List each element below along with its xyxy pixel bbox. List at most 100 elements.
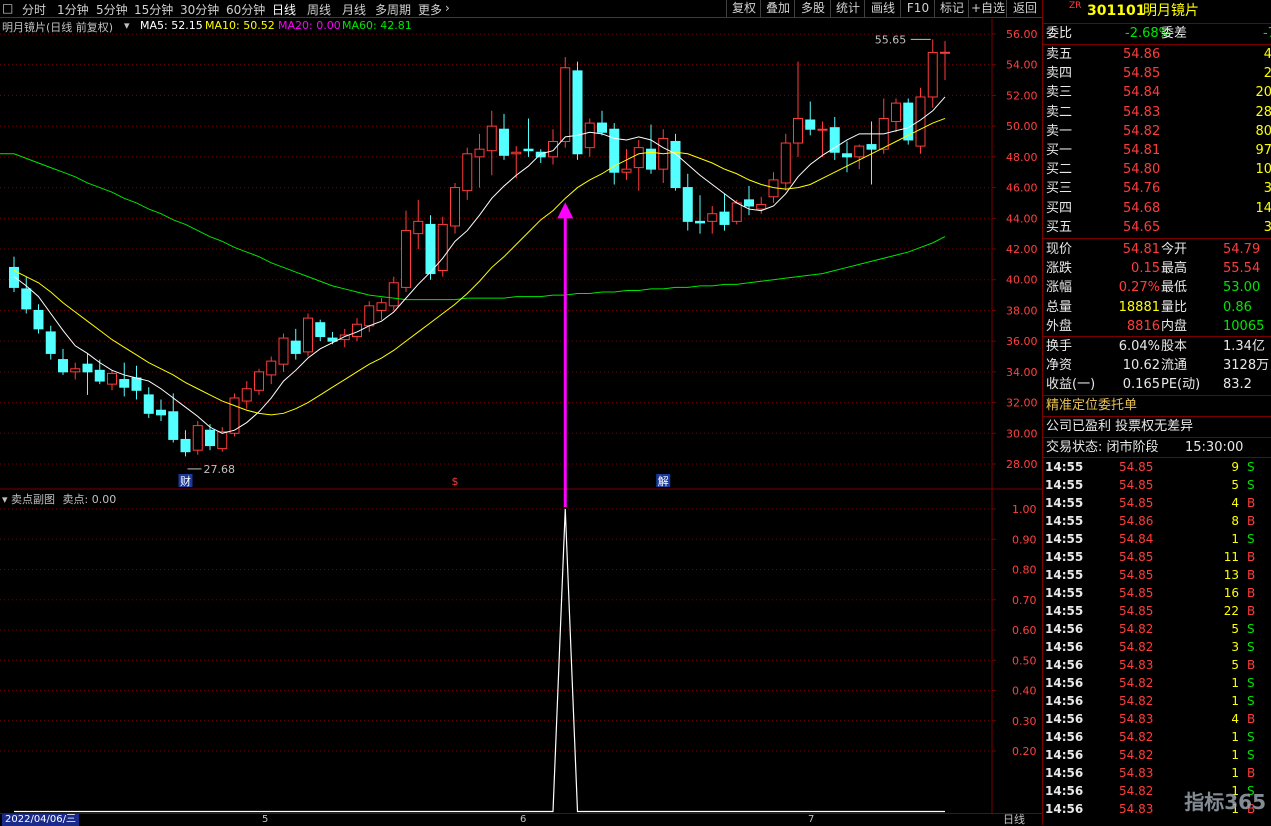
candle-body-up <box>364 305 375 327</box>
precise-order-link[interactable]: 精准定位委托单 <box>1043 396 1271 415</box>
level-volume: 20 <box>1255 85 1271 101</box>
level-label: 买五 <box>1046 219 1073 235</box>
candle-body-up <box>462 153 473 192</box>
candle <box>903 98 914 145</box>
stat-label: 收益(一) <box>1046 377 1096 393</box>
price-tick-label: 46.00 <box>1006 182 1038 195</box>
candle-body-up <box>388 282 399 307</box>
stats-row: 涨跌 0.15 最高 55.54 <box>1043 259 1271 278</box>
candle <box>94 359 105 385</box>
level-volume: 4 <box>1264 45 1271 64</box>
candle-body-down <box>45 331 56 354</box>
bid-row[interactable]: 买五 54.65 3 <box>1043 218 1271 237</box>
event-marker[interactable]: $ <box>448 474 462 488</box>
event-marker-label: 财 <box>180 474 191 488</box>
candle <box>927 39 938 108</box>
level-label: 买二 <box>1046 162 1073 178</box>
stock-code: 301101 <box>1087 3 1146 19</box>
button-overlay[interactable]: 叠加 <box>760 0 795 17</box>
bid-row[interactable]: 买四 54.68 14 <box>1043 199 1271 218</box>
ask-row[interactable]: 卖四 54.85 2 <box>1043 64 1271 83</box>
candle <box>780 133 791 191</box>
weicha-value: -7 <box>1263 26 1271 41</box>
ask-row[interactable]: 卖二 54.83 28 <box>1043 103 1271 122</box>
tab-monthly[interactable]: 月线 <box>342 1 366 18</box>
stat-value: 10065 <box>1223 318 1265 334</box>
high-marker-label: 55.65 <box>875 33 907 46</box>
candle <box>290 328 301 360</box>
weibi-row: 委比 -2.68% 委差 -7 <box>1043 24 1271 43</box>
candle <box>535 149 546 163</box>
bid-row[interactable]: 买三 54.76 3 <box>1043 179 1271 198</box>
level-volume: 3 <box>1264 218 1271 237</box>
company-note: 公司已盈利 投票权无差异 <box>1043 417 1271 436</box>
kline-chart[interactable]: 56.00 54.00 52.00 50.00 48.00 46.00 44.00 42.00… <box>0 17 1042 825</box>
trade-row: 14:56 54.83 4 B <box>1043 710 1271 728</box>
tab-1min[interactable]: 1分钟 <box>57 1 89 18</box>
bid-row[interactable]: 买一 54.81 97 <box>1043 141 1271 160</box>
trade-price: 54.83 <box>1119 658 1154 672</box>
candle <box>866 121 877 185</box>
level-volume: 3 <box>1264 179 1271 198</box>
candle <box>829 116 840 160</box>
trade-time: 14:55 <box>1045 514 1084 528</box>
level-label: 卖五 <box>1046 47 1073 62</box>
ask-row[interactable]: 卖三 54.84 20 <box>1043 83 1271 102</box>
trade-side: B <box>1247 514 1256 528</box>
toolbar-menu-icon[interactable]: □ <box>2 1 13 15</box>
trade-row: 14:56 54.83 1 B <box>1043 764 1271 782</box>
price-tick-label: 54.00 <box>1006 59 1038 72</box>
stats-row: 外盘 8816 内盘 10065 <box>1043 317 1271 336</box>
candle-body-up <box>817 128 828 131</box>
candle-body-down <box>33 309 44 330</box>
tab-60min[interactable]: 60分钟 <box>226 1 265 18</box>
button-stats[interactable]: 统计 <box>830 0 865 17</box>
sell-arrow-head <box>557 202 574 219</box>
candle-body-down <box>156 409 166 416</box>
button-fuquan[interactable]: 复权 <box>726 0 761 17</box>
level-price: 54.80 <box>1123 162 1161 178</box>
candle <box>180 430 191 457</box>
event-marker[interactable]: 解 <box>656 474 671 488</box>
tab-5min[interactable]: 5分钟 <box>96 1 128 18</box>
button-draw[interactable]: 画线 <box>864 0 901 17</box>
button-mark[interactable]: 标记 <box>934 0 969 17</box>
month-tick: 7 <box>808 814 815 825</box>
candle-body-down <box>499 128 509 156</box>
stat-label: 最高 <box>1161 261 1188 277</box>
button-f10[interactable]: F10 <box>900 0 935 17</box>
chevron-right-icon[interactable]: › <box>445 1 450 15</box>
tab-weekly[interactable]: 周线 <box>307 1 331 18</box>
event-marker[interactable]: 财 <box>178 474 193 488</box>
trade-volume: 1 <box>1231 730 1239 744</box>
candle-body-down <box>744 199 754 207</box>
low-marker-label: 27.68 <box>204 463 236 476</box>
stat-value: 83.2 <box>1223 377 1252 393</box>
bid-row[interactable]: 买二 54.80 10 <box>1043 160 1271 179</box>
stats2-row: 收益(一) 0.165 PE(动) 83.2 <box>1043 375 1271 394</box>
precise-order-label[interactable]: 精准定位委托单 <box>1046 396 1137 415</box>
sub-chart-toggle-icon[interactable]: ▾ <box>2 493 8 506</box>
ask-row[interactable]: 卖一 54.82 80 <box>1043 122 1271 141</box>
candle-body-down <box>143 394 154 414</box>
candle <box>682 173 693 231</box>
sub-tick-label: 1.00 <box>1012 503 1037 516</box>
stat-value: 0.27% <box>1118 280 1160 296</box>
tab-fenshi[interactable]: 分时 <box>22 1 46 18</box>
ask-row[interactable]: 卖五 54.86 4 <box>1043 45 1271 64</box>
candle-body-up <box>450 187 460 227</box>
candle <box>107 370 117 391</box>
candle <box>646 124 656 174</box>
button-multi-stock[interactable]: 多股 <box>794 0 831 17</box>
tab-daily[interactable]: 日线 <box>272 1 296 18</box>
candle-body-down <box>425 223 436 275</box>
tab-15min[interactable]: 15分钟 <box>134 1 173 18</box>
candle <box>670 133 681 191</box>
trade-volume: 22 <box>1223 604 1239 618</box>
tab-more[interactable]: 更多 <box>418 1 442 18</box>
tab-multi-period[interactable]: 多周期 <box>375 1 411 18</box>
trade-side: B <box>1247 658 1256 672</box>
tab-30min[interactable]: 30分钟 <box>180 1 219 18</box>
button-back[interactable]: 返回 <box>1006 0 1043 17</box>
button-add-watchlist[interactable]: +自选 <box>968 0 1007 17</box>
